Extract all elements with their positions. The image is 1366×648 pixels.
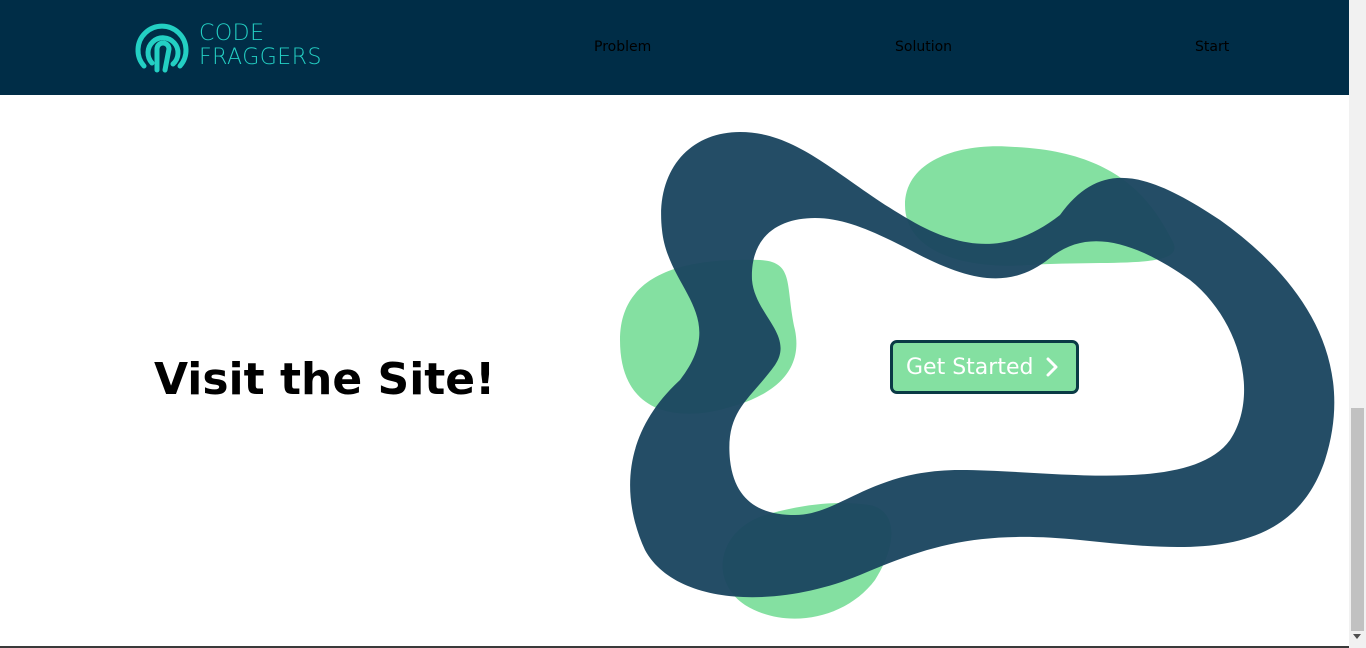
get-started-button[interactable]: Get Started xyxy=(890,340,1079,394)
get-started-label: Get Started xyxy=(906,354,1034,380)
nav-link-problem[interactable]: Problem xyxy=(594,38,651,56)
vertical-scrollbar[interactable] xyxy=(1349,0,1366,648)
brand-line-2: FRAGGERS xyxy=(199,45,322,70)
nav-link-start[interactable]: Start xyxy=(1195,38,1229,56)
brand-logo-link[interactable]: CODE FRAGGERS xyxy=(135,19,335,73)
scroll-down-arrow-icon[interactable] xyxy=(1353,634,1361,639)
scrollbar-thumb[interactable] xyxy=(1351,408,1364,631)
page: CODE FRAGGERS Problem Solution Start Vis… xyxy=(0,0,1366,648)
nav-link-solution[interactable]: Solution xyxy=(895,38,952,56)
navbar: CODE FRAGGERS Problem Solution Start xyxy=(0,0,1349,95)
brand-wordmark: CODE FRAGGERS xyxy=(199,22,322,70)
fingerprint-logo-icon xyxy=(135,23,189,73)
chevron-right-icon xyxy=(1046,357,1058,377)
brand-line-1: CODE xyxy=(199,21,265,46)
hero-title: Visit the Site! xyxy=(154,354,496,405)
